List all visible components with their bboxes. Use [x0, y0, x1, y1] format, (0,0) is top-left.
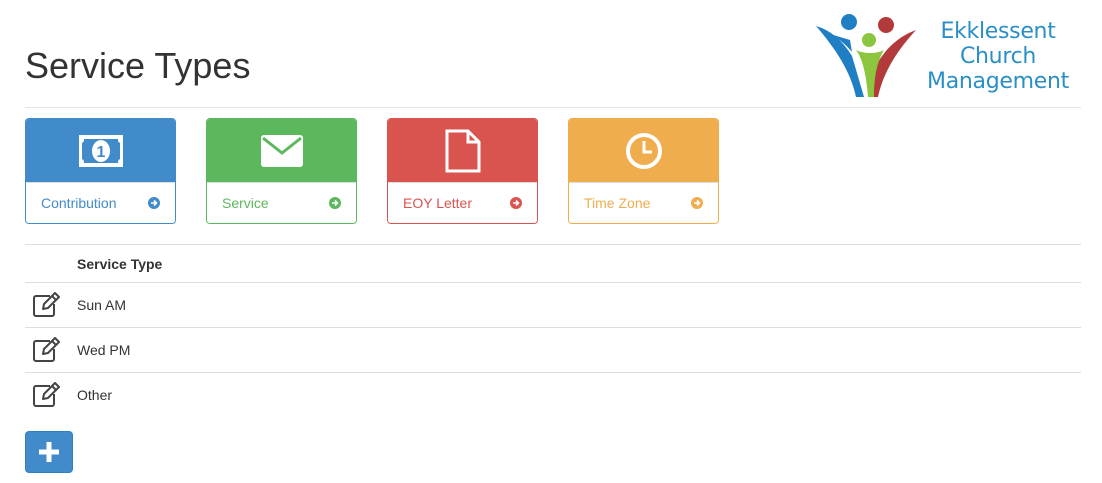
- edit-icon[interactable]: [32, 292, 62, 318]
- tile-contribution[interactable]: 1 Contribution: [25, 118, 176, 224]
- svg-text:1: 1: [96, 144, 105, 161]
- table-edit-cell: [25, 337, 77, 363]
- arrow-right-circle-icon: [329, 197, 341, 209]
- page-title: Service Types: [25, 45, 251, 86]
- tile-contribution-footer[interactable]: Contribution: [26, 182, 175, 223]
- tile-time-zone-head: [569, 119, 718, 182]
- tile-service[interactable]: Service: [206, 118, 357, 224]
- table-row: Wed PM: [25, 327, 1081, 372]
- arrow-right-circle-icon: [510, 197, 522, 209]
- logo-text-line1: Ekklessent: [940, 19, 1056, 44]
- money-icon: 1: [78, 134, 123, 167]
- tile-contribution-label: Contribution: [41, 195, 117, 211]
- tile-eoy-letter[interactable]: EOY Letter: [387, 118, 538, 224]
- tile-time-zone-footer[interactable]: Time Zone: [569, 182, 718, 223]
- table-row: Sun AM: [25, 282, 1081, 327]
- arrow-right-circle-icon: [148, 197, 160, 209]
- table-edit-cell: [25, 382, 77, 408]
- edit-icon[interactable]: [32, 382, 62, 408]
- plus-icon: [39, 442, 59, 462]
- logo-text-line3: Management: [927, 69, 1069, 94]
- service-type-name: Wed PM: [77, 342, 131, 358]
- tile-service-head: [207, 119, 356, 182]
- tile-service-footer[interactable]: Service: [207, 182, 356, 223]
- logo-text-line2: Church: [959, 44, 1037, 69]
- add-service-type-button[interactable]: [25, 431, 73, 473]
- tile-time-zone-label: Time Zone: [584, 195, 651, 211]
- file-icon: [445, 129, 480, 172]
- clock-icon: [625, 132, 662, 169]
- envelope-icon: [260, 134, 303, 167]
- table-header-row: Service Type: [25, 244, 1081, 282]
- people-logo-icon: [816, 14, 916, 97]
- church-logo: Ekklessent Church Management: [812, 12, 1082, 102]
- service-types-table: Service Type Sun AM Wed PM Other: [25, 244, 1081, 417]
- tile-eoy-letter-label: EOY Letter: [403, 195, 473, 211]
- header-divider: [25, 107, 1081, 108]
- tile-service-label: Service: [222, 195, 269, 211]
- tile-contribution-head: 1: [26, 119, 175, 182]
- table-edit-cell: [25, 292, 77, 318]
- arrow-right-circle-icon: [691, 197, 703, 209]
- tile-eoy-letter-footer[interactable]: EOY Letter: [388, 182, 537, 223]
- service-type-name: Sun AM: [77, 297, 127, 313]
- tile-time-zone[interactable]: Time Zone: [568, 118, 719, 224]
- tile-eoy-letter-head: [388, 119, 537, 182]
- table-row: Other: [25, 372, 1081, 417]
- edit-icon[interactable]: [32, 337, 62, 363]
- service-type-name: Other: [77, 387, 113, 403]
- table-header-service-type: Service Type: [77, 255, 163, 272]
